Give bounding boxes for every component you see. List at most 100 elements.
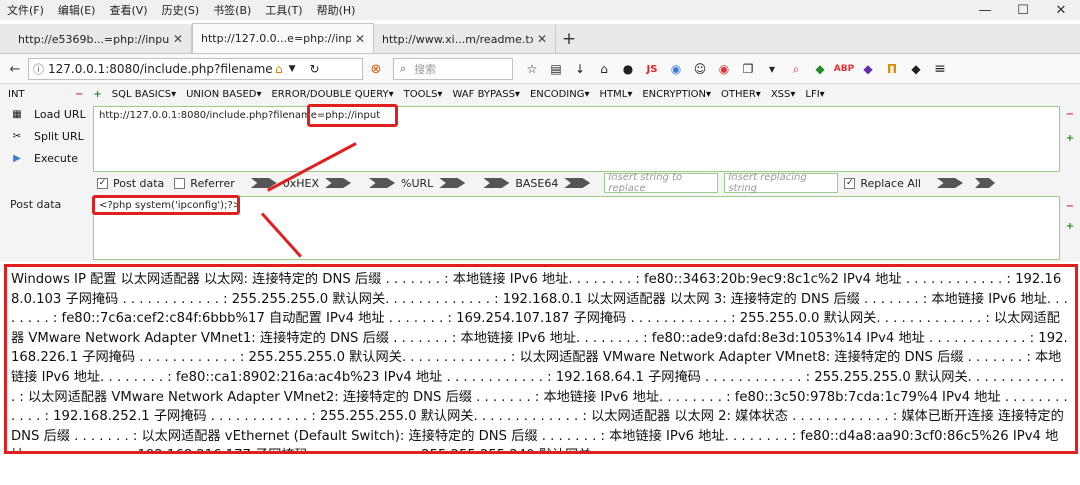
url-textarea[interactable]: http://127.0.0.1:8080/include.php?filena…	[93, 106, 1060, 172]
split-url-label: Split URL	[34, 130, 84, 143]
toolbar-icons: ☆ ▤ ↓ ⌂ ● JS ◉ ☺ ◉ ❐ ▾ ⌕ ◆ ABP ◆ Π ◆ ≡	[520, 57, 952, 81]
menu-html[interactable]: HTML▾	[595, 89, 638, 100]
insert-string-input[interactable]: Insert string to replace	[604, 172, 719, 194]
hackbar-toolbar: INT − + SQL BASICS▾ UNION BASED▾ ERROR/D…	[0, 84, 1080, 104]
menu-xss[interactable]: XSS▾	[766, 89, 801, 100]
info-icon[interactable]: ⓘ	[33, 61, 44, 77]
arrow-swap-icon[interactable]	[974, 178, 995, 188]
close-icon[interactable]: ✕	[537, 32, 547, 46]
copy-icon[interactable]: ❐	[736, 62, 760, 76]
extension-icon[interactable]: ⊗	[364, 57, 388, 81]
maximize-button[interactable]: ☐	[1004, 0, 1042, 20]
color-icon[interactable]: ◉	[664, 62, 688, 76]
pi-icon[interactable]: Π	[880, 62, 904, 76]
new-tab-button[interactable]: +	[556, 25, 582, 53]
star-icon[interactable]: ☆	[520, 62, 544, 76]
int-select[interactable]: INT	[0, 89, 70, 100]
arrow-right-icon[interactable]	[564, 178, 591, 188]
url-text: 127.0.0.1:8080/include.php?filename=ph	[48, 62, 273, 76]
menu-view[interactable]: 查看(V)	[102, 2, 154, 18]
home-icon[interactable]: ⌂	[275, 62, 283, 76]
referrer-label: Referrer	[190, 176, 235, 190]
menu-help[interactable]: 帮助(H)	[310, 2, 363, 18]
close-icon[interactable]: ✕	[355, 32, 365, 46]
menu-history[interactable]: 历史(S)	[155, 2, 207, 18]
navigation-bar: ← ⓘ 127.0.0.1:8080/include.php?filename=…	[0, 54, 1080, 84]
minimize-button[interactable]: —	[966, 0, 1004, 20]
menu-tools[interactable]: 工具(T)	[258, 2, 309, 18]
search-icon: ⌕	[400, 62, 407, 75]
close-window-button[interactable]: ✕	[1042, 0, 1080, 20]
reload-icon[interactable]: ↻	[310, 62, 320, 76]
load-url-button[interactable]: ▦ Load URL	[10, 108, 86, 121]
post-data-checkbox[interactable]: ✓ Post data	[97, 177, 164, 190]
url-plus-icon[interactable]: +	[1064, 132, 1076, 144]
menu-encryption[interactable]: ENCRYPTION▾	[637, 89, 716, 100]
globe-icon[interactable]: ●	[616, 62, 640, 76]
menu-lfi[interactable]: LFI▾	[800, 89, 829, 100]
palette-icon[interactable]: ☺	[688, 62, 712, 76]
tab-1[interactable]: http://e5369b...=php://input ✕	[10, 25, 192, 53]
command-output: Windows IP 配置 以太网适配器 以太网: 连接特定的 DNS 后缀 .…	[4, 264, 1078, 454]
menu-edit[interactable]: 编辑(E)	[51, 2, 103, 18]
search-bar[interactable]: ⌕ 搜索	[393, 58, 513, 80]
post-plus-icon[interactable]: +	[1064, 220, 1076, 232]
arrow-right-icon[interactable]	[936, 178, 963, 188]
arrow-left-icon[interactable]	[483, 178, 510, 188]
url-minus-icon[interactable]: −	[1064, 108, 1076, 120]
base64-label[interactable]: BASE64	[515, 177, 558, 190]
menu-waf-bypass[interactable]: WAF BYPASS▾	[447, 89, 524, 100]
insert-replacing-input[interactable]: Insert replacing string	[724, 172, 839, 194]
split-url-button[interactable]: ✂ Split URL	[10, 130, 84, 143]
adblock-icon[interactable]: ABP	[832, 64, 856, 74]
shield-icon[interactable]: ◆	[808, 62, 832, 76]
tab-bar: http://e5369b...=php://input ✕ http://12…	[0, 23, 1080, 54]
menu-union-based[interactable]: UNION BASED▾	[181, 89, 266, 100]
minus-icon[interactable]: −	[70, 89, 88, 100]
menu-other[interactable]: OTHER▾	[716, 89, 766, 100]
post-minus-icon[interactable]: −	[1064, 200, 1076, 212]
post-data-option-label: Post data	[113, 176, 165, 190]
checkbox-checked-icon: ✓	[844, 177, 856, 189]
referrer-checkbox[interactable]: Referrer	[174, 176, 235, 190]
menu-tools[interactable]: TOOLS▾	[399, 89, 448, 100]
diamond-icon[interactable]: ◆	[856, 62, 880, 76]
arrow-left-icon[interactable]	[369, 178, 396, 188]
arrow-right-icon[interactable]	[325, 178, 352, 188]
menu-error-double-query[interactable]: ERROR/DOUBLE QUERY▾	[266, 89, 398, 100]
url-encode-label[interactable]: %URL	[401, 177, 433, 190]
menu-encoding[interactable]: ENCODING▾	[525, 89, 595, 100]
address-bar[interactable]: ⓘ 127.0.0.1:8080/include.php?filename=ph…	[28, 58, 363, 80]
tab-label: http://e5369b...=php://input	[18, 32, 169, 46]
split-url-icon: ✂	[12, 131, 22, 142]
checkbox-checked-icon: ✓	[97, 177, 108, 189]
zoom-icon[interactable]: ⌕	[784, 62, 808, 77]
plus-icon[interactable]: +	[88, 89, 106, 100]
execute-icon: ▶	[13, 153, 21, 164]
close-icon[interactable]: ✕	[173, 32, 183, 46]
annotation-box-url	[307, 104, 398, 127]
dropdown-icon[interactable]: ▼	[289, 64, 296, 74]
back-arrow-icon[interactable]: ←	[3, 57, 27, 81]
execute-label: Execute	[34, 152, 78, 165]
load-url-icon: ▦	[12, 109, 22, 120]
menu-sep-icon[interactable]: ▾	[760, 62, 784, 76]
post-data-label: Post data	[10, 198, 62, 211]
js-icon[interactable]: JS	[640, 64, 664, 75]
menu-sql-basics[interactable]: SQL BASICS▾	[107, 89, 181, 100]
execute-button[interactable]: ▶ Execute	[10, 152, 78, 165]
clipboard-icon[interactable]: ▤	[544, 62, 568, 76]
menu-bookmarks[interactable]: 书签(B)	[206, 2, 258, 18]
puzzle-icon[interactable]: ◆	[904, 62, 928, 76]
tab-3[interactable]: http://www.xi...m/readme.txt ✕	[374, 25, 556, 53]
download-icon[interactable]: ↓	[568, 62, 592, 76]
arrow-right-icon[interactable]	[439, 178, 466, 188]
replace-all-checkbox[interactable]: ✓ Replace All	[844, 177, 921, 190]
menu-file[interactable]: 文件(F)	[0, 2, 51, 18]
load-url-label: Load URL	[34, 108, 86, 121]
home-icon[interactable]: ⌂	[592, 62, 616, 76]
firebug-icon[interactable]: ◉	[712, 62, 736, 76]
tab-2-active[interactable]: http://127.0.0...e=php://input ✕	[192, 23, 374, 53]
menu-bar: 文件(F) 编辑(E) 查看(V) 历史(S) 书签(B) 工具(T) 帮助(H…	[0, 0, 1080, 20]
hamburger-menu-icon[interactable]: ≡	[928, 61, 952, 77]
